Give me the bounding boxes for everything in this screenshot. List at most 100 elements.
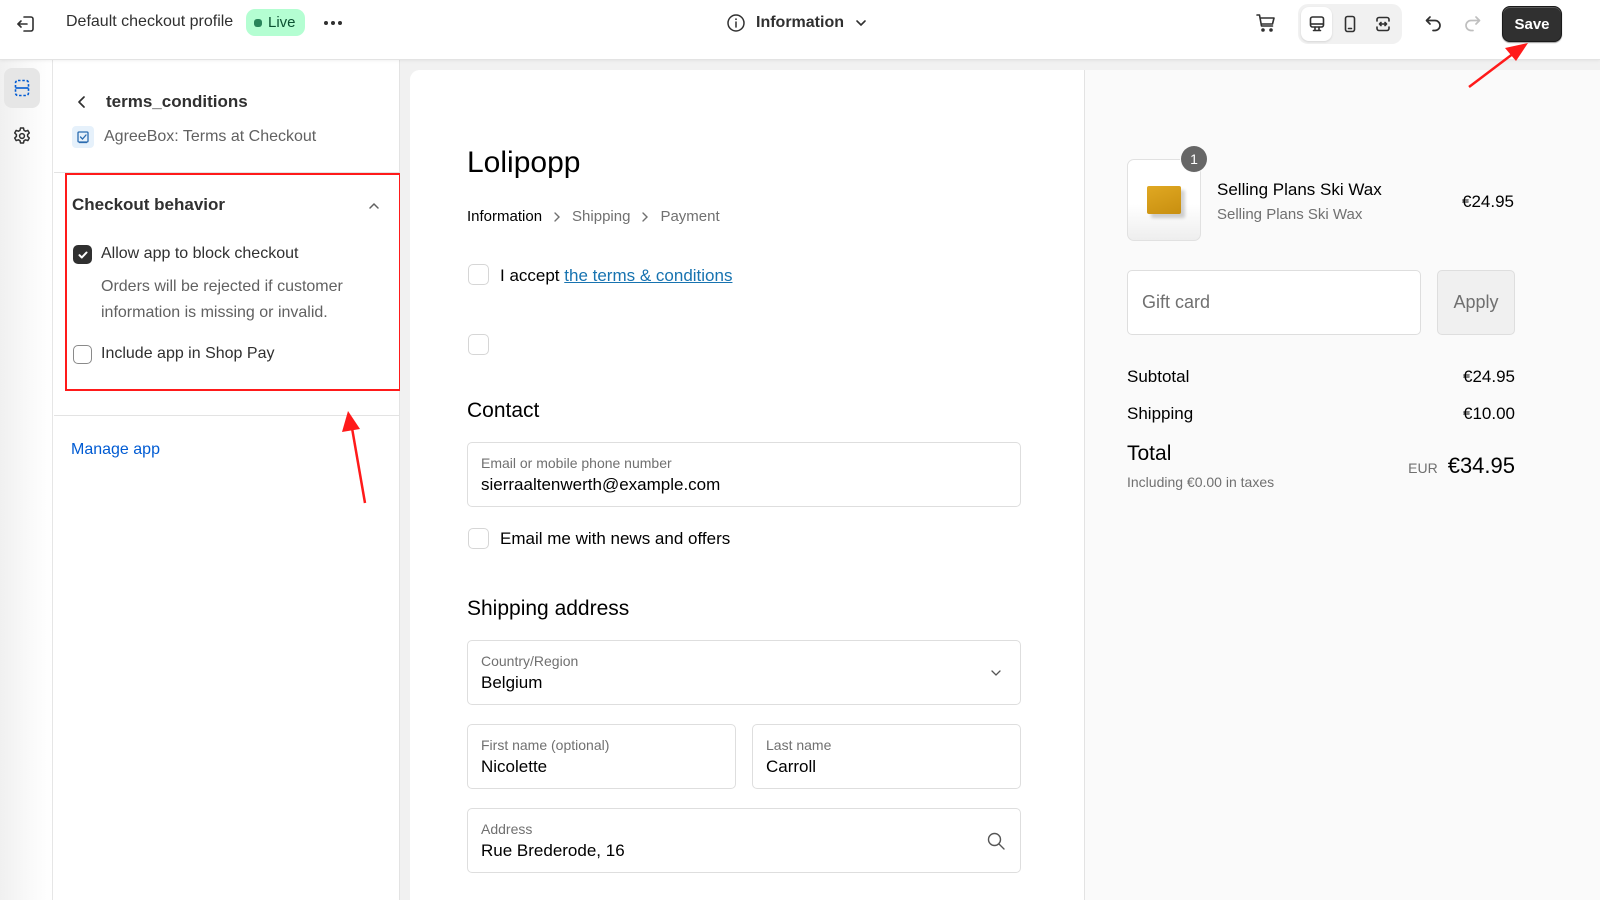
country-select-label: Country/Region — [481, 653, 579, 669]
chevron-up-icon — [369, 202, 379, 209]
ellipsis-icon — [324, 21, 342, 25]
checkout-behavior-section: Checkout behavior Allow app to block che… — [65, 173, 401, 391]
undo-button[interactable] — [1422, 11, 1446, 35]
last-name-value: Carroll — [766, 757, 817, 776]
shipping-label: Shipping — [1127, 404, 1194, 423]
country-select-value: Belgium — [481, 673, 543, 692]
rail-sections-button[interactable] — [4, 68, 40, 108]
include-shop-pay-label: Include app in Shop Pay — [101, 345, 275, 362]
allow-block-checkout-label: Allow app to block checkout — [101, 245, 299, 262]
subtotal-row: Subtotal €24.95 — [1127, 367, 1515, 387]
device-preview-toggle — [1298, 4, 1402, 44]
info-circle-icon — [727, 14, 745, 32]
exit-editor-button[interactable] — [12, 10, 40, 38]
order-summary: 1 Selling Plans Ski Wax Selling Plans Sk… — [1085, 70, 1600, 900]
breadcrumb-information[interactable]: Information — [467, 208, 542, 225]
apply-button[interactable]: Apply — [1437, 270, 1515, 335]
divider — [54, 415, 400, 416]
total-label: Total — [1127, 442, 1172, 465]
chevron-right-icon — [642, 211, 649, 222]
cart-preview-button[interactable] — [1254, 11, 1278, 35]
terms-link[interactable]: the terms & conditions — [564, 266, 732, 285]
checkmark-icon — [78, 251, 87, 258]
breadcrumb-payment[interactable]: Payment — [660, 208, 719, 225]
redo-button[interactable] — [1460, 11, 1484, 35]
mobile-preview-button[interactable] — [1334, 7, 1365, 41]
breadcrumb-shipping[interactable]: Shipping — [572, 208, 630, 225]
subtotal-value: €24.95 — [1463, 367, 1515, 386]
accept-terms-checkbox[interactable] — [468, 264, 489, 285]
chevron-right-icon — [554, 211, 561, 222]
checkout-form: Lolipopp Information Shipping Payment I … — [410, 70, 1085, 900]
address-label: Address — [481, 821, 533, 837]
app-logo-icon — [72, 126, 94, 148]
shipping-address-heading: Shipping address — [467, 597, 630, 620]
more-actions-button[interactable] — [320, 10, 346, 36]
first-name-value: Nicolette — [481, 757, 548, 776]
accept-terms-prefix: I accept — [500, 266, 565, 285]
cart-icon — [1256, 14, 1275, 32]
subtotal-label: Subtotal — [1127, 367, 1190, 386]
profile-title: Default checkout profile — [66, 13, 234, 30]
extra-checkbox[interactable] — [468, 334, 489, 355]
newsletter-checkbox[interactable] — [468, 528, 489, 549]
contact-heading: Contact — [467, 399, 540, 422]
mobile-icon — [1344, 15, 1356, 33]
country-select[interactable]: Country/Region Belgium — [467, 640, 1021, 705]
back-button[interactable] — [72, 90, 92, 114]
accept-terms-label: I accept the terms & conditions — [500, 266, 732, 286]
product-variant: Selling Plans Ski Wax — [1217, 206, 1363, 223]
tax-note: Including €0.00 in taxes — [1127, 474, 1275, 490]
email-field-label: Email or mobile phone number — [481, 455, 672, 471]
desktop-icon — [1309, 16, 1324, 32]
email-field[interactable]: Email or mobile phone number sierraalten… — [467, 442, 1021, 507]
allow-block-checkout-help: Orders will be rejected if customer info… — [101, 278, 343, 321]
first-name-label: First name (optional) — [481, 737, 610, 753]
search-icon[interactable] — [986, 831, 1006, 851]
app-name: AgreeBox: Terms at Checkout — [104, 128, 317, 145]
last-name-label: Last name — [766, 737, 832, 753]
include-shop-pay-checkbox[interactable] — [73, 345, 92, 364]
product-image — [1147, 186, 1181, 214]
checkout-breadcrumb: Information Shipping Payment — [467, 208, 720, 225]
sections-icon — [14, 79, 30, 97]
rail-settings-button[interactable] — [4, 116, 40, 156]
page-selector[interactable]: Information — [726, 8, 868, 38]
chevron-down-icon — [856, 20, 866, 27]
gear-icon — [13, 127, 31, 144]
email-field-value: sierraaltenwerth@example.com — [481, 475, 721, 494]
fullscreen-icon — [1376, 16, 1391, 32]
product-name: Selling Plans Ski Wax — [1217, 180, 1382, 199]
collapse-section-button[interactable] — [364, 196, 384, 216]
quantity-badge: 1 — [1181, 146, 1207, 172]
shipping-row: Shipping €10.00 — [1127, 404, 1515, 424]
address-field[interactable]: Address Rue Brederode, 16 — [467, 808, 1021, 873]
total-amount: EUR €34.95 — [1408, 453, 1515, 479]
save-button[interactable]: Save — [1502, 6, 1562, 42]
status-badge-label: Live — [268, 14, 296, 31]
shop-name: Lolipopp — [467, 146, 581, 179]
section-title: Checkout behavior — [72, 195, 226, 214]
editor-rail — [0, 60, 53, 900]
exit-icon — [17, 16, 34, 32]
allow-block-checkout-checkbox[interactable] — [73, 245, 92, 264]
block-settings-panel: terms_conditions AgreeBox: Terms at Chec… — [54, 60, 401, 900]
total-value: €34.95 — [1447, 453, 1515, 478]
checkout-preview: Lolipopp Information Shipping Payment I … — [410, 70, 1600, 900]
fullscreen-preview-button[interactable] — [1368, 7, 1399, 41]
block-title: terms_conditions — [106, 92, 248, 111]
newsletter-label: Email me with news and offers — [500, 529, 731, 548]
product-price: €24.95 — [1462, 192, 1514, 211]
last-name-field[interactable]: Last name Carroll — [752, 724, 1021, 789]
page-selector-label: Information — [756, 14, 844, 31]
chevron-down-icon — [986, 663, 1006, 683]
chevron-left-icon — [78, 96, 85, 108]
shipping-value: €10.00 — [1463, 404, 1515, 423]
manage-app-link[interactable]: Manage app — [71, 441, 160, 459]
currency-code: EUR — [1408, 460, 1438, 476]
live-dot-icon — [254, 18, 262, 27]
editor-topbar: Default checkout profile Live Informatio… — [0, 0, 1600, 60]
desktop-preview-button[interactable] — [1301, 7, 1333, 41]
first-name-field[interactable]: First name (optional) Nicolette — [467, 724, 736, 789]
gift-card-input[interactable] — [1127, 270, 1421, 335]
